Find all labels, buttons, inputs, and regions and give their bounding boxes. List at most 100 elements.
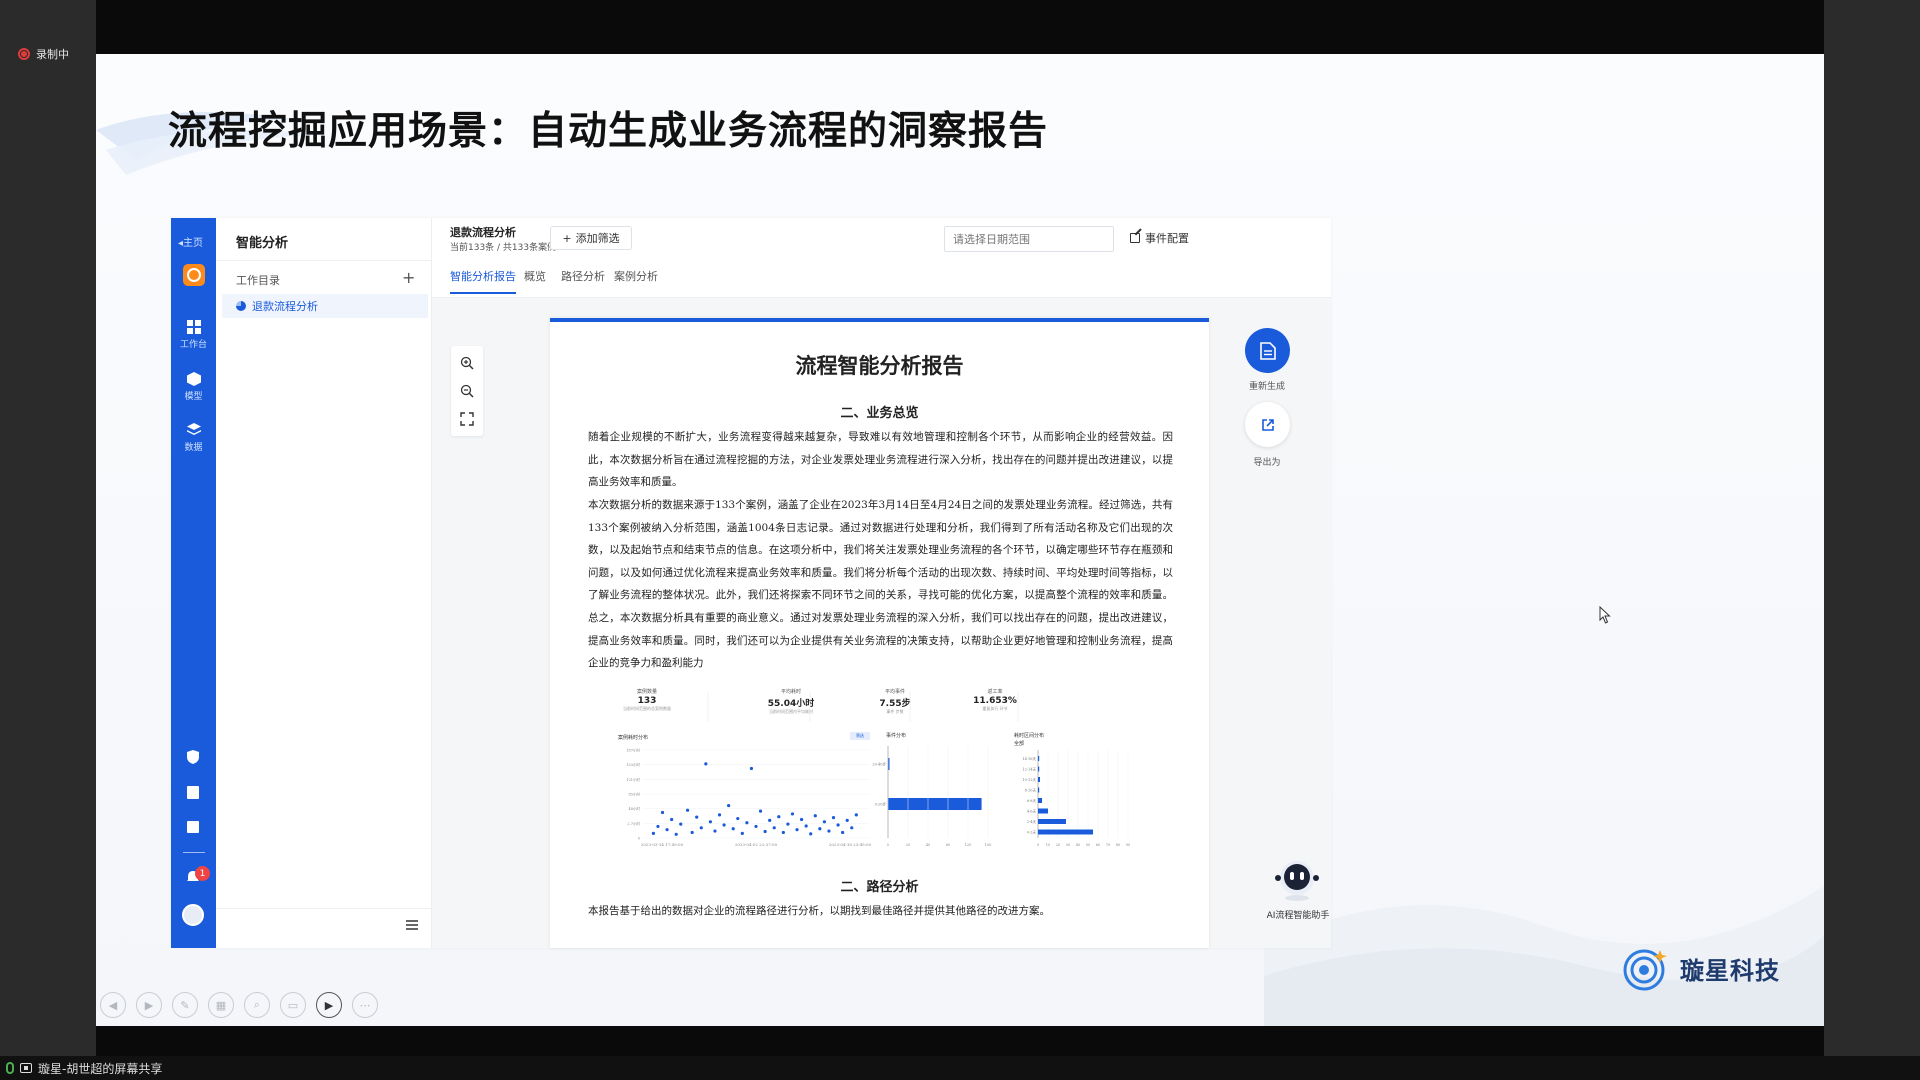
- duration-x-tick: 70: [1106, 843, 1110, 847]
- pen-icon[interactable]: ✎: [172, 992, 198, 1018]
- duration-bar: [1038, 766, 1040, 772]
- regenerate-button[interactable]: [1245, 328, 1290, 373]
- scatter-point: [804, 824, 808, 828]
- duration-x-tick: 10: [1046, 843, 1050, 847]
- scatter-point: [704, 762, 708, 766]
- duration-x-tick: 60: [1096, 843, 1100, 847]
- add-directory-button[interactable]: +: [402, 268, 415, 287]
- scatter-point: [740, 831, 744, 835]
- app-window: ◂主页 工作台 模型 数据 1 智能分析 工作目录 + 退款流程分析 退款流程分…: [171, 218, 1331, 948]
- scatter-point: [831, 816, 836, 820]
- scatter-point: [727, 803, 731, 808]
- duration-category-label: 10-12天: [1022, 778, 1036, 782]
- rail-item-label: 数据: [184, 443, 203, 453]
- event-config-button[interactable]: 事件配置: [1130, 230, 1189, 246]
- report-title: 流程智能分析报告: [795, 353, 964, 378]
- report-dashboard-snapshot: 案例数量 133 当前时间范围的总案例数量 平均耗时 55.04小时 当前时间范…: [588, 688, 1148, 858]
- brand-logo: 璇星科技: [1622, 944, 1780, 992]
- scatter-x-tick: 2023-04-02 22:37:00: [735, 842, 778, 847]
- scatter-point: [813, 814, 817, 818]
- scatter-point: [690, 830, 694, 835]
- scatter-point: [777, 815, 781, 819]
- more-icon[interactable]: ⋯: [352, 992, 378, 1018]
- scatter-point: [827, 829, 831, 833]
- rail-item-data[interactable]: 数据: [171, 423, 216, 453]
- scatter-y-tick: 85小时: [629, 792, 641, 797]
- scatter-point: [749, 766, 754, 771]
- report-main-area: 退款流程分析 当前133条 / 共133条案例 + 添加筛选 事件配置 智能分析…: [432, 218, 1331, 948]
- zoom-in-icon[interactable]: [460, 356, 474, 370]
- panel-divider-bottom: [216, 908, 432, 909]
- brand-swirl-icon: [1623, 949, 1667, 991]
- zoom-out-icon[interactable]: [460, 384, 474, 398]
- events-category-label: 0-20步: [875, 802, 887, 807]
- scatter-point: [745, 821, 749, 825]
- recording-label: 录制中: [36, 48, 69, 61]
- mouse-cursor-icon: [1599, 606, 1611, 624]
- subtitle-icon[interactable]: ▭: [280, 992, 306, 1018]
- duration-bar: [1038, 777, 1040, 782]
- scatter-point: [772, 826, 776, 830]
- add-filter-label: 添加筛选: [575, 232, 620, 245]
- panel-title: 智能分析: [236, 236, 289, 251]
- scatter-point: [686, 808, 690, 812]
- events-x-tick: 20: [906, 843, 910, 847]
- camera-icon[interactable]: ▶: [316, 992, 342, 1018]
- fullscreen-icon[interactable]: [460, 412, 474, 426]
- date-range-input[interactable]: [944, 226, 1114, 252]
- report-tabs: 智能分析报告 概览 路径分析 案例分析: [432, 258, 1331, 298]
- duration-x-tick: 50: [1086, 843, 1090, 847]
- tab-case-analysis[interactable]: 案例分析: [614, 268, 658, 292]
- right-screen-border: [1824, 0, 1920, 1056]
- scatter-point: [822, 820, 826, 824]
- duration-x-tick: 90: [1126, 843, 1130, 847]
- share-status-bar: 璇星-胡世超的屏幕共享: [0, 1056, 1920, 1080]
- events-x-tick: 40: [926, 843, 930, 847]
- collapse-menu-icon[interactable]: [406, 920, 418, 930]
- section-title-business-overview: 二、业务总览: [840, 406, 919, 421]
- dashboard-charts-svg: 0 2.7小时 48小时 85小时 121小时 153小时 187小时 2023-03-14 …: [626, 692, 1130, 847]
- bottom-screen-border: [96, 1026, 1824, 1056]
- scatter-point: [818, 827, 822, 831]
- scatter-point: [758, 809, 763, 813]
- scatter-point: [800, 817, 804, 822]
- rail-item-model[interactable]: 模型: [171, 372, 216, 402]
- directory-item-refund-analysis[interactable]: 退款流程分析: [222, 294, 428, 318]
- export-button[interactable]: [1245, 402, 1290, 447]
- left-screen-border: 录制中: [0, 0, 96, 1056]
- scatter-x-tick: 2023-04-18 23:45:00: [829, 842, 872, 847]
- events-x-tick: 120: [965, 843, 972, 847]
- rail-item-workbench[interactable]: 工作台: [171, 320, 216, 350]
- tab-path-analysis[interactable]: 路径分析: [561, 268, 605, 292]
- events-bar: [888, 798, 982, 810]
- layers-icon: [186, 423, 201, 435]
- scatter-point: [674, 832, 678, 836]
- tab-smart-report[interactable]: 智能分析报告: [450, 268, 516, 294]
- duration-bar: [1038, 808, 1048, 814]
- app-nav-rail: ◂主页 工作台 模型 数据 1: [171, 218, 216, 948]
- shield-icon[interactable]: [186, 750, 200, 764]
- duration-bar: [1038, 829, 1093, 835]
- previous-icon[interactable]: ◀: [100, 992, 126, 1018]
- scatter-point: [722, 823, 726, 827]
- scatter-point: [731, 827, 735, 831]
- tab-overview[interactable]: 概览: [524, 268, 546, 292]
- magnifier-icon[interactable]: ⌕: [244, 992, 270, 1018]
- scatter-point: [790, 812, 795, 816]
- scatter-point: [695, 815, 699, 819]
- scatter-point: [809, 832, 813, 836]
- tools-icon[interactable]: [186, 820, 200, 834]
- scatter-y-tick: 2.7小时: [627, 821, 640, 826]
- user-avatar[interactable]: [182, 904, 204, 926]
- app-logo-icon[interactable]: [183, 264, 205, 286]
- scatter-point: [679, 822, 683, 826]
- slides-icon[interactable]: ▦: [208, 992, 234, 1018]
- duration-bar: [1038, 819, 1066, 824]
- export-icon: [1261, 418, 1274, 431]
- clipboard-icon[interactable]: [186, 785, 200, 799]
- home-back-link[interactable]: ◂主页: [178, 234, 203, 249]
- add-filter-button[interactable]: + 添加筛选: [550, 226, 632, 250]
- report-document: 流程智能分析报告 二、业务总览 随着企业规模的不断扩大，业务流程变得越来越复杂，…: [550, 318, 1209, 948]
- next-icon[interactable]: ▶: [136, 992, 162, 1018]
- ai-assistant-robot-icon[interactable]: [1274, 858, 1320, 902]
